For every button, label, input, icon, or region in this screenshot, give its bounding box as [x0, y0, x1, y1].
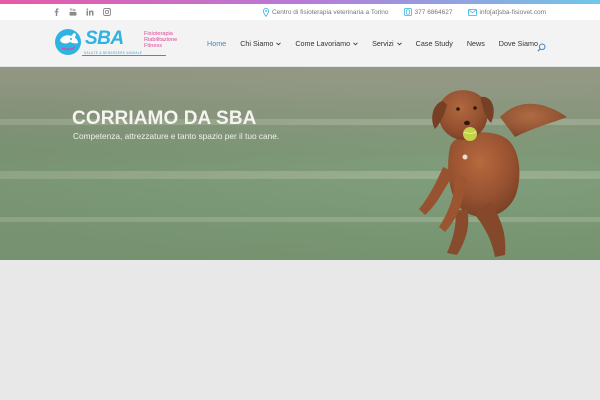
map-pin-icon [262, 7, 269, 17]
nav-item-chi-siamo[interactable]: Chi Siamo [240, 39, 282, 48]
chevron-down-icon [276, 42, 282, 45]
nav-item-label: News [466, 39, 485, 48]
social-links [52, 4, 111, 20]
phone-icon [403, 8, 412, 16]
nav-item-case-study[interactable]: Case Study [416, 39, 453, 48]
address-item: Centro di fisioterapia veterinaria a Tor… [262, 7, 389, 17]
nav-item-label: Come Lavoriamo [295, 39, 351, 48]
logo-tagline-line: Riabilitazione [144, 37, 178, 44]
logo-tagline-line: Fitness [144, 43, 163, 50]
nav-item-label: Chi Siamo [240, 39, 274, 48]
main-nav: Home Chi Siamo Come Lavoriamo Servizi Ca… [207, 20, 552, 67]
page-content-area [0, 260, 600, 400]
email-text: info[at]sba-fisiovet.com [479, 8, 546, 16]
email-item[interactable]: info[at]sba-fisiovet.com [467, 8, 546, 16]
logo-tagline-line: Fisioterapia [144, 31, 173, 37]
youtube-icon[interactable] [69, 8, 77, 16]
nav-item-label: Dove Siamo [498, 39, 538, 48]
contact-info: Centro di fisioterapia veterinaria a Tor… [248, 4, 546, 20]
site-header: SBA Fisioterapia Riabilitazione Fitness … [0, 20, 600, 67]
nav-item-label: Servizi [372, 39, 394, 48]
nav-item-servizi[interactable]: Servizi [372, 39, 402, 48]
hero-banner: CORRIAMO DA SBA Competenza, attrezzature… [0, 67, 600, 260]
linkedin-icon[interactable] [86, 8, 94, 16]
hero-title: CORRIAMO DA SBA [72, 108, 257, 129]
phone-item[interactable]: 377 6864627 [403, 8, 453, 16]
nav-item-home[interactable]: Home [207, 39, 226, 48]
logo-name: SBA [85, 28, 124, 49]
envelope-icon [467, 8, 477, 16]
nav-item-come-lavoriamo[interactable]: Come Lavoriamo [295, 39, 358, 48]
nav-item-label: Home [207, 39, 227, 48]
instagram-icon[interactable] [103, 8, 111, 16]
phone-text: 377 6864627 [414, 8, 453, 16]
address-text: Centro di fisioterapia veterinaria a Tor… [271, 8, 389, 16]
chevron-down-icon [396, 42, 402, 45]
search-icon[interactable] [537, 39, 546, 52]
logo-tagline: Fisioterapia Riabilitazione Fitness [144, 31, 177, 50]
hero-subtitle: Competenza, attrezzature e tanto spazio … [73, 131, 280, 141]
chevron-down-icon [353, 42, 358, 45]
logo-underline [82, 55, 166, 56]
hero-overlay [0, 67, 600, 260]
topbar: Centro di fisioterapia veterinaria a Tor… [0, 4, 600, 20]
nav-item-news[interactable]: News [467, 39, 485, 48]
nav-item-label: Case Study [415, 39, 453, 48]
dog-logo-icon [55, 29, 81, 55]
facebook-icon[interactable] [52, 8, 60, 16]
site-logo[interactable]: SBA Fisioterapia Riabilitazione Fitness … [54, 28, 177, 58]
nav-item-dove-siamo[interactable]: Dove Siamo [499, 39, 538, 48]
